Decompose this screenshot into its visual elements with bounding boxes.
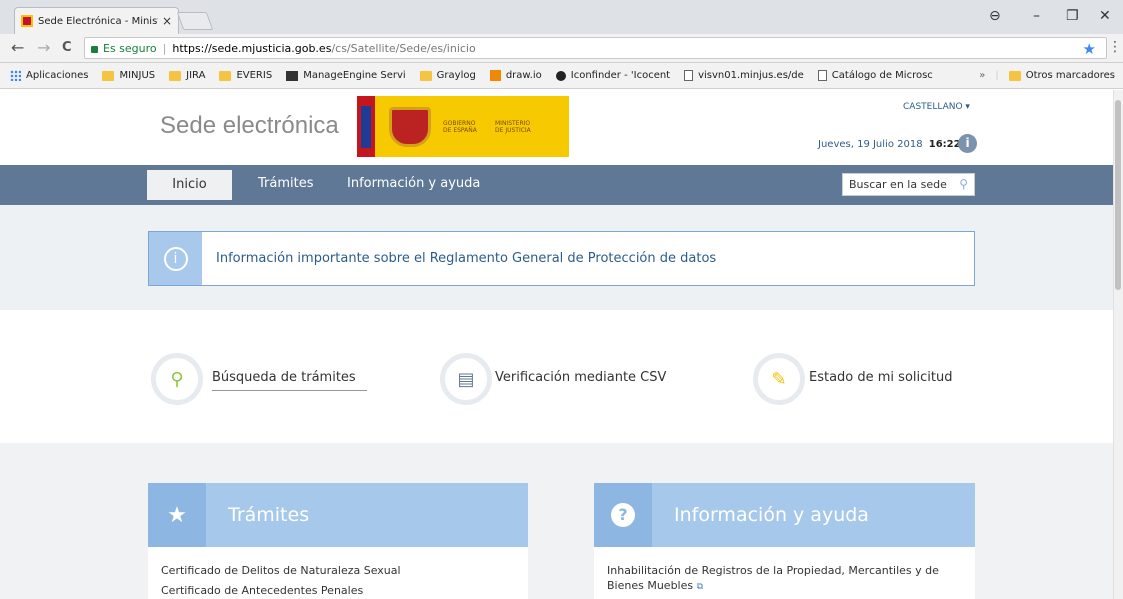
language-selector[interactable]: CASTELLANO ▾ <box>903 102 970 112</box>
bookmark-minjus[interactable]: MINJUS <box>102 70 155 81</box>
bookmark-label: JIRA <box>186 70 206 81</box>
tab-title: Sede Electrónica - Minist <box>38 15 158 27</box>
bookmark-label: visvn01.minjus.es/de <box>698 70 804 81</box>
card-title: Información y ayuda <box>674 504 869 526</box>
card-link[interactable]: Inhabilitación de Registros de la Propie… <box>594 563 954 595</box>
bookmarks-bar: Aplicaciones MINJUS JIRA EVERIS ManageEn… <box>0 63 1123 89</box>
date-time: Jueves, 19 Julio 2018 16:22 h. <box>818 139 975 150</box>
bookmark-jira[interactable]: JIRA <box>169 70 205 81</box>
logo-ministerio-text: MINISTERIO DE JUSTICIA <box>495 119 531 134</box>
info-icon: i <box>163 246 188 271</box>
info-icon[interactable]: i <box>958 134 977 153</box>
secure-label: Es seguro <box>103 41 157 55</box>
apps-icon <box>10 70 21 81</box>
browser-tab[interactable]: Sede Electrónica - Minist × <box>14 7 179 34</box>
ayuda-card: ? Información y ayuda Inhabilitación de … <box>594 483 975 599</box>
external-link-icon: ⧉ <box>696 582 704 592</box>
date-text: Jueves, 19 Julio 2018 <box>818 139 923 150</box>
card-link[interactable]: Certificado de Delitos de Naturaleza Sex… <box>148 563 528 578</box>
bookmark-star-icon[interactable]: ★ <box>1083 40 1096 58</box>
bookmark-label: Aplicaciones <box>26 70 89 81</box>
page-icon <box>684 70 694 81</box>
coat-of-arms-icon <box>389 106 431 147</box>
nav-item-tramites[interactable]: Trámites <box>258 176 314 191</box>
card-title: Trámites <box>228 504 310 526</box>
url-host: https://sede.mjusticia.gob.es <box>172 41 332 55</box>
folder-icon <box>169 70 182 81</box>
request-status-icon[interactable]: ✎ <box>753 353 805 405</box>
search-icon[interactable]: ⚲ <box>959 177 968 191</box>
bookmark-label: ManageEngine Servi <box>303 70 406 81</box>
bookmark-label: EVERIS <box>236 70 273 81</box>
bookmark-iconfinder[interactable]: Iconfinder - 'Icocent <box>555 70 671 81</box>
quick-action-busqueda[interactable]: Búsqueda de trámites <box>212 370 367 391</box>
tramites-card: ★ Trámites Certificado de Delitos de Nat… <box>148 483 528 599</box>
lock-icon <box>91 45 98 53</box>
site-favicon-icon <box>21 15 33 27</box>
minimize-button[interactable]: – <box>1033 8 1040 24</box>
search-placeholder: Buscar en la sede <box>849 178 947 191</box>
card-header[interactable]: ★ Trámites <box>148 483 528 547</box>
star-icon: ★ <box>148 483 206 547</box>
close-icon[interactable]: × <box>162 14 172 28</box>
bookmark-label: Graylog <box>436 70 476 81</box>
search-tramites-icon[interactable]: ⚲ <box>151 353 203 405</box>
quick-action-estado[interactable]: Estado de mi solicitud <box>809 370 952 385</box>
manageengine-icon <box>286 70 299 81</box>
separator: | <box>162 41 167 55</box>
bookmark-label: Catálogo de Microsc <box>831 70 933 81</box>
bookmark-drawio[interactable]: draw.io <box>489 70 542 81</box>
address-bar[interactable]: Es seguro | https://sede.mjusticia.gob.e… <box>84 37 1107 59</box>
close-window-button[interactable]: ✕ <box>1099 8 1111 24</box>
card-link[interactable]: Certificado de Antecedentes Penales <box>148 583 528 598</box>
bookmark-label: MINJUS <box>119 70 156 81</box>
divider: | <box>995 70 999 81</box>
folder-icon <box>102 70 115 81</box>
restore-button[interactable]: ❐ <box>1066 8 1079 24</box>
bookmark-aplicaciones[interactable]: Aplicaciones <box>10 70 88 81</box>
folder-icon <box>219 70 232 81</box>
bookmark-graylog[interactable]: Graylog <box>419 70 476 81</box>
eu-flag-icon <box>357 96 375 157</box>
drawio-icon <box>489 70 501 81</box>
card-header[interactable]: ? Información y ayuda <box>594 483 975 547</box>
browser-toolbar: ← → C Es seguro | https://sede.mjusticia… <box>0 34 1123 63</box>
back-button[interactable]: ← <box>11 39 24 57</box>
folder-icon <box>419 70 432 81</box>
other-bookmarks[interactable]: Otros marcadores <box>1026 70 1115 81</box>
reload-button[interactable]: C <box>62 39 72 57</box>
site-search-input[interactable]: Buscar en la sede ⚲ <box>842 173 975 196</box>
browser-menu-icon[interactable]: ⋮ <box>1108 39 1122 55</box>
folder-icon <box>1008 70 1021 81</box>
bookmark-catalogo[interactable]: Catálogo de Microsc <box>817 70 933 81</box>
quick-action-verificacion[interactable]: Verificación mediante CSV <box>495 370 666 385</box>
notice-text[interactable]: Información importante sobre el Reglamen… <box>216 251 716 266</box>
bookmark-label: Iconfinder - 'Icocent <box>570 70 671 81</box>
bookmark-label: draw.io <box>505 70 542 81</box>
forward-button[interactable]: → <box>37 39 50 57</box>
profile-icon[interactable]: ⊖ <box>989 8 1001 24</box>
bookmark-visvn01[interactable]: visvn01.minjus.es/de <box>684 70 804 81</box>
csv-verification-icon[interactable]: ▤ <box>440 353 492 405</box>
iconfinder-icon <box>555 70 566 81</box>
bookmark-manageengine[interactable]: ManageEngine Servi <box>286 70 406 81</box>
help-icon: ? <box>594 483 652 547</box>
page-icon <box>817 70 827 81</box>
nav-item-informacion[interactable]: Información y ayuda <box>347 176 480 191</box>
government-logo[interactable]: GOBIERNO DE ESPAÑA MINISTERIO DE JUSTICI… <box>357 96 569 157</box>
scrollbar-thumb[interactable] <box>1115 100 1121 290</box>
nav-item-inicio[interactable]: Inicio <box>147 170 232 200</box>
bookmark-everis[interactable]: EVERIS <box>219 70 272 81</box>
url-path: /cs/Satellite/Sede/es/inicio <box>331 41 476 55</box>
site-title[interactable]: Sede electrónica <box>160 112 339 140</box>
gdpr-notice[interactable]: i Información importante sobre el Reglam… <box>148 231 975 286</box>
bookmarks-overflow-button[interactable]: » <box>979 70 985 81</box>
notice-icon-box: i <box>149 232 202 285</box>
new-tab-button[interactable] <box>176 12 214 30</box>
logo-gobierno-text: GOBIERNO DE ESPAÑA <box>443 119 477 134</box>
